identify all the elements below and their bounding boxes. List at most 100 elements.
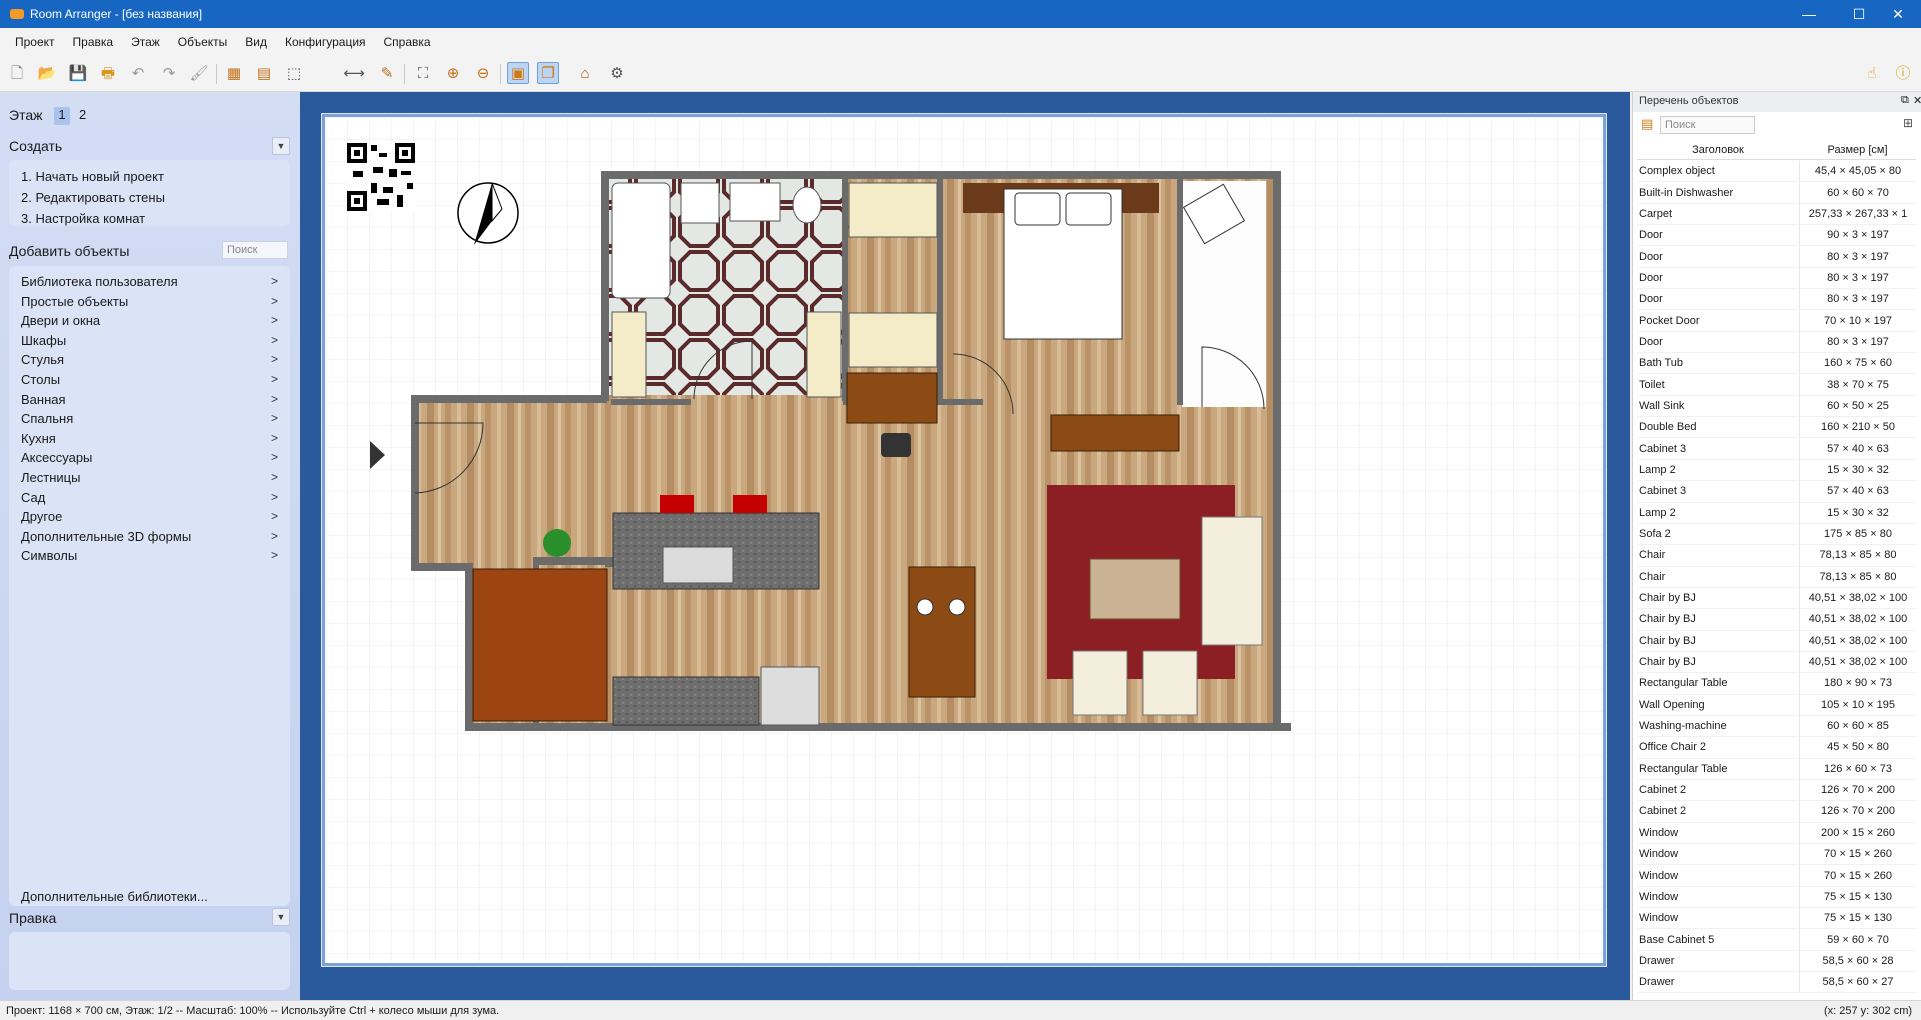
kitchen-counter[interactable] [612, 676, 760, 726]
table-row[interactable]: Pocket Door 70 × 10 × 197 [1637, 310, 1916, 332]
table-row[interactable]: Carpet 257,33 × 267,33 × 1 [1637, 203, 1916, 226]
category-symbols[interactable]: Символы [21, 548, 77, 563]
create-item-room-setup[interactable]: 3. Настройка комнат [21, 211, 145, 226]
objects-settings-icon[interactable]: ⚙ [606, 62, 628, 84]
menu-edit[interactable]: Правка [64, 35, 123, 49]
table-row[interactable]: Door 80 × 3 × 197 [1637, 289, 1916, 311]
category-doors-windows[interactable]: Двери и окна [21, 313, 100, 328]
plan-paper[interactable] [321, 113, 1607, 967]
table-row[interactable]: Base Cabinet 5 59 × 60 × 70 [1637, 929, 1916, 951]
zoom-in-icon[interactable]: ⊕ [442, 62, 464, 84]
table-row[interactable]: Chair 78,13 × 85 × 80 [1637, 566, 1916, 588]
pencil-ruler-icon[interactable]: ✎ [376, 62, 398, 84]
table-row[interactable]: Double Bed 160 × 210 × 50 [1637, 417, 1916, 439]
save-icon[interactable]: 💾 [67, 62, 89, 84]
view-3d-house-icon[interactable]: ⌂ [574, 62, 596, 84]
measure-icon[interactable]: ⟷ [343, 62, 365, 84]
menu-objects[interactable]: Объекты [169, 35, 237, 49]
category-stairs[interactable]: Лестницы [21, 470, 80, 485]
table-row[interactable]: Cabinet 2 126 × 70 × 200 [1637, 801, 1916, 823]
washing-machine[interactable] [760, 666, 820, 726]
columns-icon[interactable]: ⊞ [1903, 116, 1913, 130]
close-panel-icon[interactable]: ✕ [1913, 94, 1921, 107]
toilet[interactable] [792, 186, 822, 224]
table-row[interactable]: Chair 78,13 × 85 × 80 [1637, 545, 1916, 567]
table-row[interactable]: Cabinet 3 57 × 40 × 63 [1637, 481, 1916, 503]
more-libraries-link[interactable]: Дополнительные библиотеки... [21, 889, 208, 904]
table-row[interactable]: Cabinet 3 57 × 40 × 63 [1637, 438, 1916, 460]
col-size[interactable]: Размер [см] [1799, 140, 1916, 159]
category-simple-objects[interactable]: Простые объекты [21, 294, 128, 309]
floor-tab-2[interactable]: 2 [79, 107, 86, 122]
table-row[interactable]: Door 90 × 3 × 197 [1637, 225, 1916, 247]
zoom-fit-icon[interactable]: ⛶ [412, 62, 434, 84]
menu-help[interactable]: Справка [375, 35, 440, 49]
table-row[interactable]: Window 200 × 15 × 260 [1637, 822, 1916, 844]
menu-project[interactable]: Проект [6, 35, 64, 49]
redo-icon[interactable]: ↷ [158, 62, 180, 84]
object-search-input[interactable]: Поиск [222, 241, 288, 259]
plant[interactable] [543, 529, 571, 557]
table-row[interactable]: Door 80 × 3 × 197 [1637, 331, 1916, 354]
select-area-icon[interactable]: ⬚ [283, 62, 305, 84]
table-row[interactable]: Wall Opening 105 × 10 × 195 [1637, 694, 1916, 716]
close-button[interactable]: ✕ [1875, 0, 1921, 28]
table-row[interactable]: Sofa 2 175 × 85 × 80 [1637, 523, 1916, 546]
brush-icon[interactable]: 🖌 [188, 62, 210, 84]
floor-plan[interactable] [325, 117, 1603, 963]
table-row[interactable]: Built-in Dishwasher 60 × 60 × 70 [1637, 182, 1916, 204]
category-user-library[interactable]: Библиотека пользователя [21, 274, 178, 289]
float-panel-icon[interactable]: ⧉ [1901, 94, 1909, 107]
table-row[interactable]: Chair by BJ 40,51 × 38,02 × 100 [1637, 587, 1916, 610]
create-collapse-icon[interactable]: ▼ [272, 137, 290, 155]
category-3d-shapes[interactable]: Дополнительные 3D формы [21, 529, 191, 544]
category-bathroom[interactable]: Ванная [21, 392, 66, 407]
col-title[interactable]: Заголовок [1637, 140, 1799, 159]
edit-collapse-icon[interactable]: ▼ [272, 908, 290, 926]
cabinet-2-top[interactable] [848, 182, 938, 238]
table-row[interactable]: Wall Sink 60 × 50 × 25 [1637, 395, 1916, 418]
table-row[interactable]: Door 80 × 3 × 197 [1637, 246, 1916, 268]
print-icon[interactable]: 🖶 [97, 62, 119, 84]
stairs[interactable] [472, 568, 608, 722]
category-cabinets[interactable]: Шкафы [21, 333, 66, 348]
category-kitchen[interactable]: Кухня [21, 431, 56, 446]
armchair-left[interactable] [1072, 650, 1128, 716]
category-bedroom[interactable]: Спальня [21, 411, 73, 426]
undo-icon[interactable]: ↶ [127, 62, 149, 84]
table-row[interactable]: Complex object 45,4 × 45,05 × 80 [1637, 161, 1916, 183]
table-row[interactable]: Window 75 × 15 × 130 [1637, 886, 1916, 909]
view-layers-icon[interactable]: ❐ [537, 62, 559, 84]
cabinet-2-bottom[interactable] [848, 312, 938, 368]
dining-table[interactable] [908, 566, 976, 698]
floor-tab-1[interactable]: 1 [54, 107, 70, 125]
table-row[interactable]: Drawer 58,5 × 60 × 28 [1637, 950, 1916, 973]
table-row[interactable]: Lamp 2 15 × 30 × 32 [1637, 502, 1916, 524]
bath-tub[interactable] [611, 182, 671, 299]
hand-pointer-icon[interactable]: ☝ [1861, 62, 1883, 84]
table-row[interactable]: Washing-machine 60 × 60 × 85 [1637, 715, 1916, 738]
table-row[interactable]: Lamp 2 15 × 30 × 32 [1637, 459, 1916, 482]
kitchen-sink[interactable] [662, 546, 734, 584]
view-2d-icon[interactable]: ▣ [507, 62, 529, 84]
table-row[interactable]: Chair by BJ 40,51 × 38,02 × 100 [1637, 651, 1916, 674]
wall-brick-icon[interactable]: ▤ [253, 62, 275, 84]
wall-sink[interactable] [729, 182, 781, 222]
table-row[interactable]: Window 75 × 15 × 130 [1637, 908, 1916, 930]
table-row[interactable]: Chair by BJ 40,51 × 38,02 × 100 [1637, 630, 1916, 652]
table-row[interactable]: Bath Tub 160 × 75 × 60 [1637, 353, 1916, 375]
office-desk[interactable] [846, 372, 938, 424]
sofa[interactable] [1201, 516, 1263, 646]
table-row[interactable]: Toilet 38 × 70 × 75 [1637, 374, 1916, 396]
info-icon[interactable]: ⓘ [1892, 62, 1914, 84]
table-row[interactable]: Window 70 × 15 × 260 [1637, 865, 1916, 887]
canvas-area[interactable] [300, 92, 1630, 1000]
bar-chair-2[interactable] [733, 495, 767, 513]
table-row[interactable]: Door 80 × 3 × 197 [1637, 267, 1916, 290]
table-row[interactable]: Window 70 × 15 × 260 [1637, 844, 1916, 866]
create-item-new-project[interactable]: 1. Начать новый проект [21, 169, 164, 184]
category-tables[interactable]: Столы [21, 372, 60, 387]
menu-view[interactable]: Вид [236, 35, 276, 49]
table-row[interactable]: Cabinet 2 126 × 70 × 200 [1637, 779, 1916, 802]
office-chair[interactable] [881, 433, 911, 457]
